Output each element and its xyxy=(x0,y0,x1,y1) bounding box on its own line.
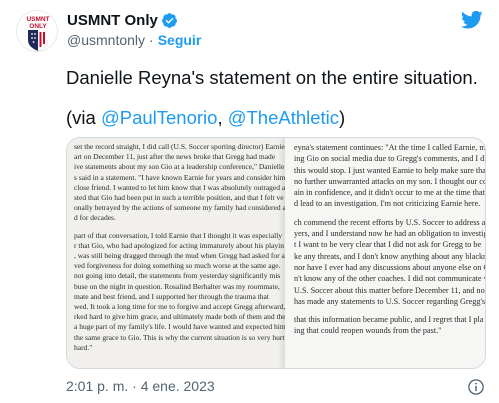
tweet-via-line: (via @PaulTenorio, @TheAthletic) xyxy=(66,106,345,130)
statement-image[interactable]: set the record straight, I did call (U.S… xyxy=(66,137,486,369)
right-line: nor have I ever had any discussions abou… xyxy=(294,262,486,272)
left-line: hard." xyxy=(74,342,93,352)
left-line: part of that conversation, I told Earnie… xyxy=(74,230,283,240)
left-line: set the record straight, I did call (U.S… xyxy=(74,142,285,151)
info-icon[interactable] xyxy=(467,378,485,396)
twitter-bird-icon[interactable] xyxy=(461,10,483,30)
right-line: ke any threats, and I don't know anythin… xyxy=(294,251,486,261)
right-line: d lead to an investigation. I'm not crit… xyxy=(294,199,481,209)
author-handle-row: @usmntonly · Seguir xyxy=(67,32,201,48)
right-line: yers, and I understand now he had an obl… xyxy=(294,229,486,239)
left-line: d for decades. xyxy=(74,213,116,223)
tweet-text-line1: Danielle Reyna's statement on the entire… xyxy=(66,67,478,88)
left-line: close friend. I wanted to let him know t… xyxy=(74,182,286,192)
left-line: s said in a statement. "I have known Ear… xyxy=(74,172,286,182)
verified-badge-icon xyxy=(161,13,177,28)
right-line: eyna's statement continues: "At the time… xyxy=(294,143,486,152)
follow-button[interactable]: Seguir xyxy=(158,32,202,48)
author-display-name[interactable]: USMNT Only xyxy=(67,12,158,29)
tweet-header: USMNT ONLY USMNT Only @usmntonly · Segui… xyxy=(16,10,483,52)
left-line: a huge part of my family's life. I would… xyxy=(74,322,286,332)
right-line: U.S. Soccer about this matter before Dec… xyxy=(294,285,486,295)
left-line: rked hard to give him grace, and ultimat… xyxy=(74,312,286,322)
right-line: n't know any of the other coaches. I did… xyxy=(294,274,486,284)
right-line: ing that could reopen wounds from the pa… xyxy=(294,326,442,336)
left-line: ive statements about my son Gio at a lea… xyxy=(74,162,285,172)
left-line: the same grace to Gio. This is why the c… xyxy=(74,332,285,342)
tweet-timestamp[interactable]: 2:01 p. m. · 4 ene. 2023 xyxy=(66,378,215,394)
mention-paultenorio[interactable]: @PaulTenorio xyxy=(101,107,217,128)
right-line: no further unwarranted attacks on my son… xyxy=(294,176,486,186)
avatar[interactable]: USMNT ONLY xyxy=(16,10,58,52)
right-line: ing Gio on social media due to Gregg's c… xyxy=(294,154,486,164)
right-line: ch commend the recent efforts by U.S. So… xyxy=(294,217,486,227)
right-line: ain in confidence, and it didn't occur t… xyxy=(294,188,485,198)
svg-text:USMNT: USMNT xyxy=(26,16,49,23)
right-line: t I want to be very clear that I did not… xyxy=(294,240,482,250)
left-line: art on December 11, just after the news … xyxy=(74,152,276,162)
left-line: wed. It took a long time for me to forgi… xyxy=(74,302,286,312)
mention-theathletic[interactable]: @TheAthletic xyxy=(228,107,339,128)
right-line: this would stop. I just wanted Earnie to… xyxy=(294,165,486,175)
svg-text:ONLY: ONLY xyxy=(29,23,47,30)
left-line: , was still being dragged through the mu… xyxy=(74,251,285,261)
statement-page-right: eyna's statement continues: "At the time… xyxy=(285,138,486,368)
left-line: buse on the night in question. Rosalind … xyxy=(74,281,280,291)
usmnt-only-logo: USMNT ONLY xyxy=(17,11,57,51)
left-line: ved forgiveness for doing something so m… xyxy=(74,261,281,271)
author-name-row[interactable]: USMNT Only xyxy=(67,12,178,29)
separator-dot: · xyxy=(149,32,154,48)
statement-page-left: set the record straight, I did call (U.S… xyxy=(67,138,293,368)
left-line: sted that Gio had been put in such a ter… xyxy=(74,193,284,203)
left-line: r that Gio, who had apologized for actin… xyxy=(74,240,284,250)
author-handle[interactable]: @usmntonly xyxy=(67,32,145,48)
right-line: that this information became public, and… xyxy=(294,315,484,325)
comma-text: , xyxy=(217,107,228,128)
right-line: has made any statements to U.S. Soccer r… xyxy=(294,296,486,306)
left-line: mate and best friend, and I supported he… xyxy=(74,291,269,301)
left-line: onally betrayed by the actions of someon… xyxy=(74,203,286,213)
via-open-text: (via xyxy=(66,107,101,128)
via-close-text: ) xyxy=(339,107,346,128)
tweet-text: Danielle Reyna's statement on the entire… xyxy=(66,66,486,128)
left-line: not going into detail, the statements fr… xyxy=(74,271,281,281)
